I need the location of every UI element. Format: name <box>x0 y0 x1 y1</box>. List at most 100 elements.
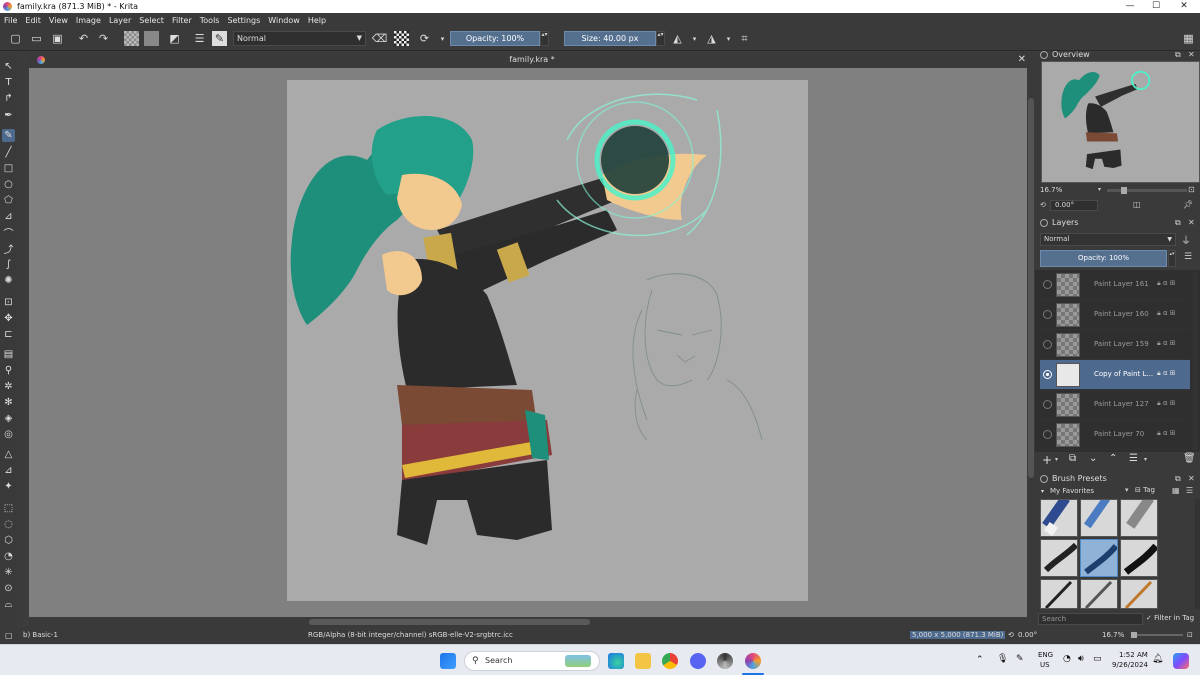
zoom-level[interactable]: 16.7% <box>1102 631 1124 639</box>
brush-preset-tile[interactable] <box>1120 499 1158 537</box>
multibrush-tool-icon[interactable]: ✺ <box>2 274 15 287</box>
menu-layer[interactable]: Layer <box>109 16 131 25</box>
menu-edit[interactable]: Edit <box>25 16 41 25</box>
chevron-down-icon[interactable]: ▾ <box>721 31 736 46</box>
layer-opacity-slider[interactable]: Opacity: 100% <box>1040 250 1167 267</box>
pin-icon[interactable]: 📌︎ <box>1183 200 1193 209</box>
reload-preset-icon[interactable]: ⟳ <box>417 31 432 46</box>
select-shapes-tool-icon[interactable]: ↖ <box>2 60 15 73</box>
menu-settings[interactable]: Settings <box>227 16 260 25</box>
menu-view[interactable]: View <box>49 16 68 25</box>
alpha-lock-icon[interactable] <box>394 31 409 46</box>
close-docker-icon[interactable]: ✕ <box>1188 473 1195 485</box>
new-document-icon[interactable]: ▢ <box>8 31 23 46</box>
fit-view-icon[interactable]: ⊡ <box>1188 185 1195 194</box>
wrap-around-icon[interactable]: ⌗ <box>737 31 752 46</box>
calligraphy-tool-icon[interactable]: ✒ <box>2 109 15 122</box>
redo-icon[interactable]: ↷ <box>96 31 111 46</box>
workspace-chooser-icon[interactable]: ▦ <box>1181 31 1196 46</box>
layer-blend-mode-select[interactable]: Normal ▼ <box>1040 233 1176 246</box>
chevron-down-icon[interactable]: ▾ <box>1055 456 1058 463</box>
docker-lock-icon[interactable] <box>1040 219 1048 227</box>
brush-preset-tile[interactable] <box>1120 579 1158 609</box>
app-icon[interactable] <box>717 653 733 669</box>
move-layer-down-icon[interactable]: ⌄ <box>1089 453 1097 464</box>
copilot-icon[interactable] <box>1173 653 1189 669</box>
eraser-icon[interactable]: ⌫ <box>372 31 388 46</box>
layer-list-scrollbar[interactable] <box>1193 272 1198 450</box>
fill-pattern-icon[interactable] <box>124 31 139 46</box>
language-indicator-bottom[interactable]: US <box>1040 661 1050 669</box>
chevron-down-icon[interactable]: ▾ <box>1098 186 1101 193</box>
contiguous-select-tool-icon[interactable]: ✳ <box>2 566 15 579</box>
polygon-select-tool-icon[interactable]: ⬡ <box>2 534 15 547</box>
layer-lock-alpha-icons[interactable]: 🔒︎ α ⊞ <box>1157 399 1176 408</box>
move-layer-up-icon[interactable]: ⌃ <box>1109 453 1117 464</box>
edge-browser-icon[interactable] <box>608 653 624 669</box>
docker-lock-icon[interactable] <box>1040 51 1048 59</box>
ellipse-select-tool-icon[interactable]: ◌ <box>2 518 15 531</box>
layer-lock-alpha-icons[interactable]: 🔒︎ α ⊞ <box>1157 339 1176 348</box>
visibility-icon[interactable] <box>1043 370 1052 379</box>
close-docker-icon[interactable]: ✕ <box>1188 49 1195 61</box>
chevron-down-icon[interactable]: ▾ <box>435 31 450 46</box>
microphone-icon[interactable]: 🎙︎ <box>997 654 1008 664</box>
size-slider[interactable]: Size: 40.00 px <box>564 31 656 46</box>
save-icon[interactable]: ▣ <box>50 31 65 46</box>
close-document-icon[interactable]: ✕ <box>1018 52 1026 68</box>
layer-opacity-stepper[interactable]: ▴▾ <box>1168 250 1176 267</box>
menu-window[interactable]: Window <box>268 16 300 25</box>
enclose-fill-tool-icon[interactable]: ◎ <box>2 428 15 441</box>
opacity-slider[interactable]: Opacity: 100% <box>450 31 540 46</box>
scrollbar-thumb[interactable] <box>1028 98 1034 478</box>
preset-settings-icon[interactable]: ☰ <box>1186 486 1193 495</box>
mirror-vertical-icon[interactable]: ◮ <box>704 31 719 46</box>
move-tool-icon[interactable]: ✥ <box>2 312 15 325</box>
layer-properties-icon[interactable]: ☰ <box>1129 453 1138 464</box>
battery-icon[interactable]: ▭ <box>1093 654 1102 664</box>
taskbar-search[interactable]: ⚲ Search <box>464 651 600 671</box>
wifi-icon[interactable]: ◔ <box>1063 654 1071 664</box>
similar-select-tool-icon[interactable]: ⊙ <box>2 582 15 595</box>
brush-settings-icon[interactable]: ☰ <box>192 31 207 46</box>
blend-mode-select[interactable]: Normal ▼ <box>233 31 366 46</box>
filter-in-tag-checkbox[interactable]: ✓ Filter in Tag <box>1146 614 1194 622</box>
mirror-view-icon[interactable]: ◫ <box>1133 200 1141 209</box>
discord-icon[interactable] <box>690 653 706 669</box>
rectangle-tool-icon[interactable]: □ <box>2 162 15 175</box>
brush-preset-tile-selected[interactable] <box>1080 539 1118 577</box>
dynamic-brush-tool-icon[interactable]: ∫ <box>2 258 15 271</box>
overview-thumbnail[interactable] <box>1041 61 1200 183</box>
rotation-field[interactable]: 0.00° <box>1050 200 1098 211</box>
ellipse-tool-icon[interactable]: ○ <box>2 178 15 191</box>
freehand-select-tool-icon[interactable]: ◔ <box>2 550 15 563</box>
notifications-icon[interactable]: 🔔︎ <box>1152 654 1163 664</box>
crop-tool-icon[interactable]: ⊏ <box>2 328 15 341</box>
color-picker-tool-icon[interactable]: ⚲ <box>2 364 15 377</box>
layer-lock-alpha-icons[interactable]: 🔒︎ α ⊞ <box>1157 309 1176 318</box>
layer-lock-alpha-icons[interactable]: 🔒︎ α ⊞ <box>1157 369 1176 378</box>
menu-tools[interactable]: Tools <box>200 16 220 25</box>
zoom-slider[interactable] <box>1131 632 1183 638</box>
close-button[interactable]: ✕ <box>1170 0 1198 13</box>
float-docker-icon[interactable]: ⧉ <box>1175 49 1181 61</box>
maximize-button[interactable]: ☐ <box>1142 0 1170 13</box>
brush-preset-tile[interactable] <box>1080 499 1118 537</box>
chevron-down-icon[interactable]: ▾ <box>1125 486 1129 494</box>
rect-select-tool-icon[interactable]: ⬚ <box>2 502 15 515</box>
layer-row[interactable]: Paint Layer 70 🔒︎ α ⊞ <box>1040 420 1190 450</box>
layer-row-active[interactable]: Copy of Paint L... 🔒︎ α ⊞ <box>1040 360 1190 390</box>
color-swap-icon[interactable]: ◩ <box>167 31 182 46</box>
fill-tool-icon[interactable]: ◈ <box>2 412 15 425</box>
menu-select[interactable]: Select <box>139 16 164 25</box>
chevron-down-icon[interactable]: ▾ <box>1144 456 1147 463</box>
visibility-icon[interactable] <box>1043 430 1052 439</box>
menu-help[interactable]: Help <box>308 16 326 25</box>
overview-zoom-slider[interactable] <box>1107 187 1187 194</box>
show-hidden-icons-icon[interactable]: ⌃ <box>976 655 984 665</box>
gradient-tool-icon[interactable]: ▤ <box>2 348 15 361</box>
brush-preset-tile[interactable] <box>1040 539 1078 577</box>
volume-icon[interactable]: 🔊︎ <box>1078 654 1084 664</box>
float-docker-icon[interactable]: ⧉ <box>1175 473 1181 485</box>
vertical-scrollbar[interactable] <box>1027 68 1035 617</box>
